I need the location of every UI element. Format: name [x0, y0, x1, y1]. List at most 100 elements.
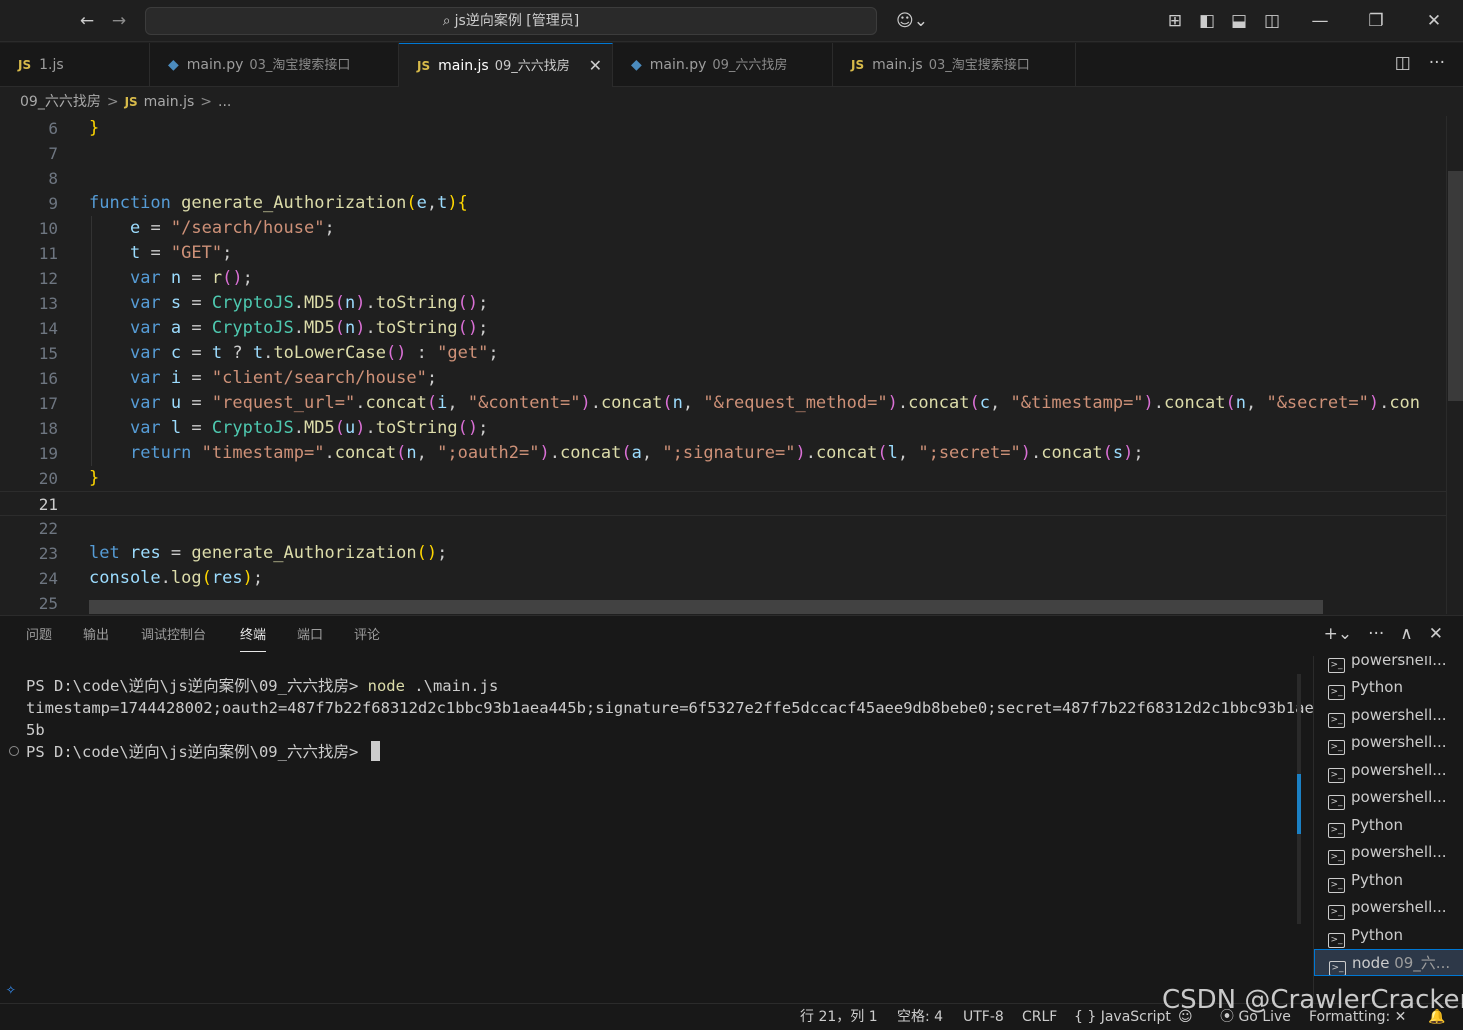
end-of-line[interactable]: CRLF	[1022, 1004, 1057, 1030]
toggle-panel-icon[interactable]: ⬓	[1226, 8, 1252, 34]
line-number: 23	[38, 544, 58, 563]
code-line[interactable]: 7	[0, 141, 1446, 166]
command-center-search[interactable]: ⌕ js逆向案例 [管理员]	[145, 7, 877, 35]
code-line[interactable]: 13 var s = CryptoJS.MD5(n).toString();	[0, 291, 1446, 316]
code-line[interactable]: 9 function generate_Authorization(e,t){	[0, 191, 1446, 216]
prompt: PS D:\code\逆向\js逆向案例\09_六六找房>	[26, 743, 368, 761]
close-panel-icon[interactable]: ✕	[1429, 624, 1443, 644]
code-line[interactable]: 23 let res = generate_Authorization();	[0, 541, 1446, 566]
customize-layout-icon[interactable]: ⊞	[1162, 8, 1188, 34]
terminal-icon: >_	[1328, 795, 1345, 810]
terminal-icon: >_	[1328, 905, 1345, 920]
terminal-output[interactable]: PS D:\code\逆向\js逆向案例\09_六六找房> node .\mai…	[0, 656, 1342, 1004]
javascript-file-icon: JS	[851, 58, 865, 72]
terminal-list-item[interactable]: >_ powershell...	[1314, 839, 1463, 866]
code-line[interactable]: 20}	[0, 466, 1446, 491]
breadcrumb-file[interactable]: main.js	[144, 94, 195, 110]
vertical-scrollbar[interactable]	[1446, 116, 1463, 614]
panel-actions: +⌄ ··· ∧ ✕	[1308, 624, 1443, 644]
encoding[interactable]: UTF-8	[963, 1004, 1004, 1030]
code-line[interactable]: 24 console.log(res);	[0, 566, 1446, 591]
scrollbar-thumb[interactable]	[1448, 171, 1463, 401]
back-arrow-icon[interactable]: ←	[74, 8, 100, 34]
close-window-icon[interactable]: ✕	[1421, 8, 1447, 34]
tab-comments[interactable]: 评论	[354, 616, 380, 656]
tab-main-js-09[interactable]: JS main.js 09_六六找房 ✕	[399, 43, 613, 87]
terminal-list-item[interactable]: >_ powershell...	[1314, 656, 1463, 674]
code-line[interactable]: 15 var c = t ? t.toLowerCase() : "get";	[0, 341, 1446, 366]
code-line[interactable]: 22	[0, 516, 1446, 541]
code-line[interactable]: 6}	[0, 116, 1446, 141]
code-line[interactable]: 16 var i = "client/search/house";	[0, 366, 1446, 391]
indentation[interactable]: 空格: 4	[897, 1004, 943, 1030]
terminal-list-item[interactable]: >_ Python	[1314, 867, 1463, 894]
terminal-icon: >_	[1328, 685, 1345, 700]
line-number: 17	[38, 394, 58, 413]
code-line[interactable]: 14 var a = CryptoJS.MD5(n).toString();	[0, 316, 1446, 341]
forward-arrow-icon[interactable]: →	[106, 8, 132, 34]
code-editor[interactable]: 6} 7 8 9 function generate_Authorization(…	[0, 116, 1463, 614]
terminal-list-item[interactable]: >_ powershell...	[1314, 894, 1463, 921]
code-line-current[interactable]: 21	[0, 491, 1446, 516]
terminal-cursor	[370, 741, 380, 761]
tab-terminal[interactable]: 终端	[240, 616, 267, 652]
tab-main-py-09[interactable]: ◆ main.py 09_六六找房	[613, 43, 833, 87]
line-number: 18	[38, 419, 58, 438]
terminal-list-item[interactable]: >_ powershell...	[1314, 702, 1463, 729]
code-line[interactable]: 17 var u = "request_url=".concat(i, "&co…	[0, 391, 1446, 416]
terminal-list-item[interactable]: >_ powershell...	[1314, 729, 1463, 756]
tab-main-py-03[interactable]: ◆ main.py 03_淘宝搜索接口	[150, 43, 399, 87]
split-editor-icon[interactable]: ◫	[1395, 53, 1411, 73]
prompt: PS D:\code\逆向\js逆向案例\09_六六找房>	[26, 677, 368, 695]
terminal-list-item[interactable]: >_ Python	[1314, 674, 1463, 701]
terminal-list-item[interactable]: >_ Python	[1314, 812, 1463, 839]
terminal-list-item[interactable]: >_ Python	[1314, 922, 1463, 949]
breadcrumb-folder[interactable]: 09_六六找房	[20, 94, 101, 110]
horizontal-scrollbar[interactable]	[89, 600, 1323, 614]
sparkle-icon[interactable]: ✧	[6, 979, 16, 998]
more-actions-icon[interactable]: ···	[1429, 53, 1445, 73]
toggle-primary-sidebar-icon[interactable]: ◧	[1194, 8, 1220, 34]
line-number: 12	[38, 269, 58, 288]
tab-problems[interactable]: 问题	[26, 616, 52, 656]
language-mode[interactable]: { } JavaScript	[1074, 1004, 1171, 1030]
terminal-list-item-active[interactable]: >_ node 09_六...	[1314, 949, 1463, 976]
terminal-line: PS D:\code\逆向\js逆向案例\09_六六找房> node .\mai…	[26, 675, 498, 697]
terminal-icon: >_	[1328, 768, 1345, 783]
toggle-secondary-sidebar-icon[interactable]: ◫	[1259, 8, 1285, 34]
tab-debug-console[interactable]: 调试控制台	[141, 616, 206, 656]
python-file-icon: ◆	[631, 57, 642, 73]
code-line[interactable]: 8	[0, 166, 1446, 191]
line-number: 19	[38, 444, 58, 463]
line-number: 20	[38, 469, 58, 488]
more-icon[interactable]: ···	[1368, 624, 1384, 644]
tab-ports[interactable]: 端口	[297, 616, 323, 656]
terminal-list-item[interactable]: >_ powershell...	[1314, 757, 1463, 784]
terminal-list: >_ powershell... >_ Python >_ powershell...…	[1313, 656, 1463, 1004]
code-line[interactable]: 18 var l = CryptoJS.MD5(u).toString();	[0, 416, 1446, 441]
code-line[interactable]: 11 t = "GET";	[0, 241, 1446, 266]
breadcrumb-more[interactable]: ...	[218, 94, 231, 110]
code-line[interactable]: 12 var n = r();	[0, 266, 1446, 291]
command-arg: .\main.js	[404, 677, 499, 695]
tab-label: main.py	[186, 57, 244, 73]
line-number: 13	[38, 294, 58, 313]
code-line[interactable]: 10 e = "/search/house";	[0, 216, 1446, 241]
cursor-position[interactable]: 行 21，列 1	[800, 1004, 878, 1030]
copilot-icon[interactable]: ☺⌄	[890, 8, 934, 34]
minimize-icon[interactable]: —	[1307, 8, 1333, 34]
python-file-icon: ◆	[168, 57, 179, 73]
line-number: 8	[48, 169, 58, 188]
tab-1-js[interactable]: JS 1.js	[0, 43, 150, 87]
close-tab-icon[interactable]: ✕	[589, 44, 602, 87]
code-line[interactable]: 19 return "timestamp=".concat(n, ";oauth…	[0, 441, 1446, 466]
terminal-icon: >_	[1328, 933, 1345, 948]
restore-icon[interactable]: ❐	[1363, 8, 1389, 34]
tab-main-js-03[interactable]: JS main.js 03_淘宝搜索接口	[833, 43, 1076, 87]
maximize-panel-icon[interactable]: ∧	[1400, 624, 1412, 644]
tab-output[interactable]: 输出	[83, 616, 109, 656]
terminal-list-item[interactable]: >_ powershell...	[1314, 784, 1463, 811]
terminal-line: 5b	[26, 721, 45, 739]
new-terminal-icon[interactable]: +⌄	[1324, 624, 1353, 644]
terminal-scrollbar[interactable]	[1297, 674, 1301, 924]
